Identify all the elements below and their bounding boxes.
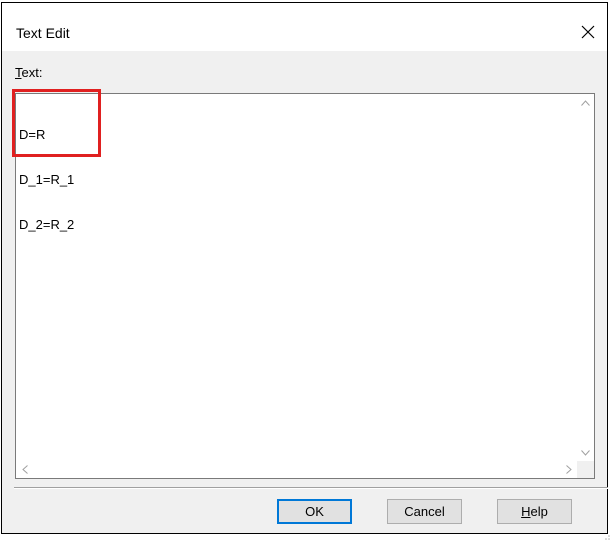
help-button-mnemonic: H xyxy=(521,504,531,519)
text-label-rest: ext: xyxy=(21,65,43,80)
vertical-scrollbar[interactable] xyxy=(577,94,594,461)
scroll-right-button[interactable] xyxy=(560,461,577,478)
text-line: D_2=R_2 xyxy=(19,217,75,232)
highlight-annotation xyxy=(12,89,101,157)
chevron-down-icon xyxy=(581,449,590,456)
close-button[interactable] xyxy=(573,19,603,45)
divider xyxy=(14,487,608,489)
close-icon xyxy=(581,25,595,39)
text-label: Text: xyxy=(15,65,42,80)
scrollbar-corner xyxy=(577,461,594,478)
text-editor[interactable]: D=R D_1=R_1 D_2=R_2 xyxy=(15,93,595,479)
scroll-down-button[interactable] xyxy=(577,444,594,461)
text-line: D_1=R_1 xyxy=(19,172,75,187)
text-content[interactable]: D=R D_1=R_1 D_2=R_2 xyxy=(19,97,576,460)
title-bar: Text Edit xyxy=(2,3,607,51)
dialog-title: Text Edit xyxy=(16,25,70,41)
cancel-button[interactable]: Cancel xyxy=(387,499,462,524)
scroll-left-button[interactable] xyxy=(16,461,33,478)
text-line: D=R xyxy=(19,127,46,142)
scroll-up-button[interactable] xyxy=(577,94,594,111)
chevron-up-icon xyxy=(581,99,590,106)
horizontal-scrollbar[interactable] xyxy=(16,461,577,478)
ok-button-label: OK xyxy=(305,504,324,519)
resize-grip-icon[interactable] xyxy=(601,531,611,541)
chevron-right-icon xyxy=(565,465,572,474)
ok-button[interactable]: OK xyxy=(277,499,352,524)
cancel-button-label: Cancel xyxy=(404,504,445,519)
help-button[interactable]: Help xyxy=(497,499,572,524)
help-button-label: elp xyxy=(530,504,548,519)
chevron-left-icon xyxy=(21,465,28,474)
